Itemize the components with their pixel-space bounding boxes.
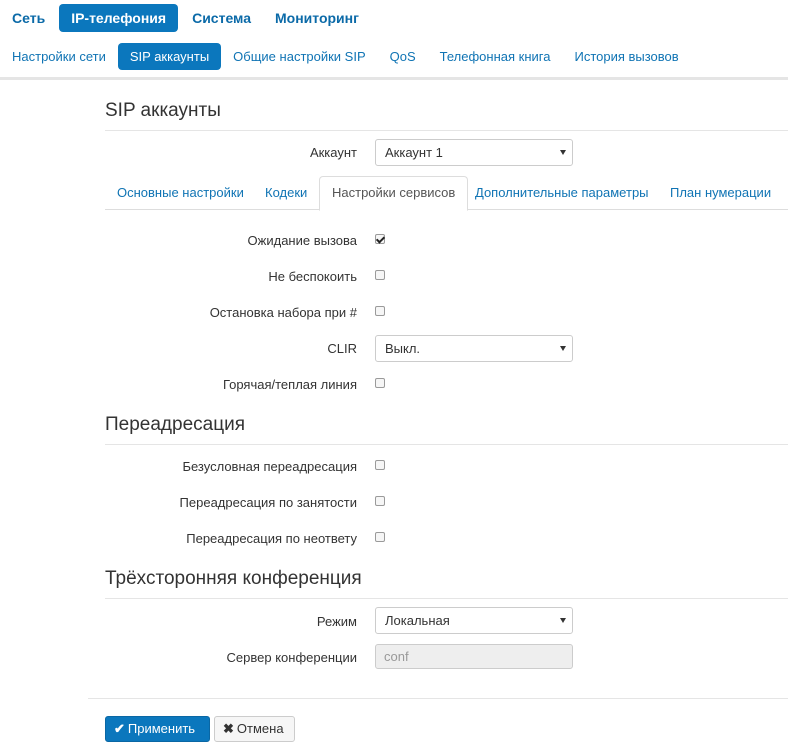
sub-navigation: Настройки сети SIP аккаунты Общие настро… — [0, 43, 691, 70]
settings-tabs: Основные настройки Кодеки Настройки серв… — [105, 176, 788, 211]
subnav-network-settings[interactable]: Настройки сети — [0, 43, 118, 70]
footer-divider — [88, 698, 788, 699]
no-answer-forward-label: Переадресация по неответу — [186, 531, 357, 546]
stop-dial-checkbox[interactable] — [375, 306, 385, 316]
conference-mode-select[interactable]: Локальная — [375, 607, 573, 634]
conference-server-placeholder: conf — [384, 649, 409, 664]
tab-dial-plan[interactable]: План нумерации — [658, 176, 783, 210]
conference-server-label: Сервер конференции — [226, 650, 357, 665]
chevron-down-icon — [560, 618, 566, 623]
call-waiting-checkbox[interactable] — [375, 234, 385, 244]
clir-label: CLIR — [327, 341, 357, 356]
subnav-qos[interactable]: QoS — [378, 43, 428, 70]
subnav-phonebook[interactable]: Телефонная книга — [428, 43, 563, 70]
tab-basic-settings[interactable]: Основные настройки — [105, 176, 256, 210]
account-select-value: Аккаунт 1 — [385, 145, 443, 160]
cancel-button[interactable]: ✖ Отмена — [214, 716, 295, 742]
hotline-checkbox[interactable] — [375, 378, 385, 388]
topnav-system[interactable]: Система — [180, 4, 263, 32]
stop-dial-label: Остановка набора при # — [209, 305, 357, 320]
chevron-down-icon — [560, 346, 566, 351]
check-icon: ✔ — [114, 721, 125, 736]
account-label: Аккаунт — [309, 145, 357, 160]
conference-title: Трёхсторонняя конференция — [105, 568, 362, 589]
busy-forward-checkbox[interactable] — [375, 496, 385, 506]
account-select[interactable]: Аккаунт 1 — [375, 139, 573, 166]
unconditional-forward-label: Безусловная переадресация — [182, 459, 357, 474]
call-waiting-label: Ожидание вызова — [247, 233, 357, 248]
no-answer-forward-checkbox[interactable] — [375, 532, 385, 542]
dnd-label: Не беспокоить — [268, 269, 357, 284]
conference-mode-label: Режим — [316, 614, 357, 629]
cancel-button-label: Отмена — [236, 721, 284, 736]
section-divider — [105, 444, 788, 445]
dnd-checkbox[interactable] — [375, 270, 385, 280]
conference-server-input: conf — [375, 644, 573, 669]
clir-select[interactable]: Выкл. — [375, 335, 573, 362]
clir-select-value: Выкл. — [385, 341, 421, 356]
forwarding-title: Переадресация — [105, 414, 245, 435]
subnav-sip-accounts[interactable]: SIP аккаунты — [117, 43, 222, 70]
tab-additional-params[interactable]: Дополнительные параметры — [463, 176, 661, 210]
section-divider — [105, 598, 788, 599]
busy-forward-label: Переадресация по занятости — [179, 495, 357, 510]
topnav-network[interactable]: Сеть — [0, 4, 57, 32]
apply-button-label: Применить — [127, 721, 196, 736]
topnav-monitoring[interactable]: Мониторинг — [263, 4, 371, 32]
top-navigation: Сеть IP-телефония Система Мониторинг — [0, 4, 371, 32]
page-title: SIP аккаунты — [105, 100, 221, 121]
tab-service-settings[interactable]: Настройки сервисов — [319, 176, 469, 211]
topnav-ip-telephony[interactable]: IP-телефония — [59, 4, 179, 32]
header-divider — [0, 77, 788, 80]
conference-mode-value: Локальная — [385, 613, 450, 628]
chevron-down-icon — [560, 150, 566, 155]
tab-codecs[interactable]: Кодеки — [253, 176, 319, 210]
subnav-call-history[interactable]: История вызовов — [562, 43, 690, 70]
close-icon: ✖ — [223, 721, 234, 736]
section-divider — [105, 130, 788, 131]
hotline-label: Горячая/теплая линия — [222, 377, 357, 392]
apply-button[interactable]: ✔ Применить — [105, 716, 210, 742]
subnav-general-sip[interactable]: Общие настройки SIP — [221, 43, 377, 70]
unconditional-forward-checkbox[interactable] — [375, 460, 385, 470]
